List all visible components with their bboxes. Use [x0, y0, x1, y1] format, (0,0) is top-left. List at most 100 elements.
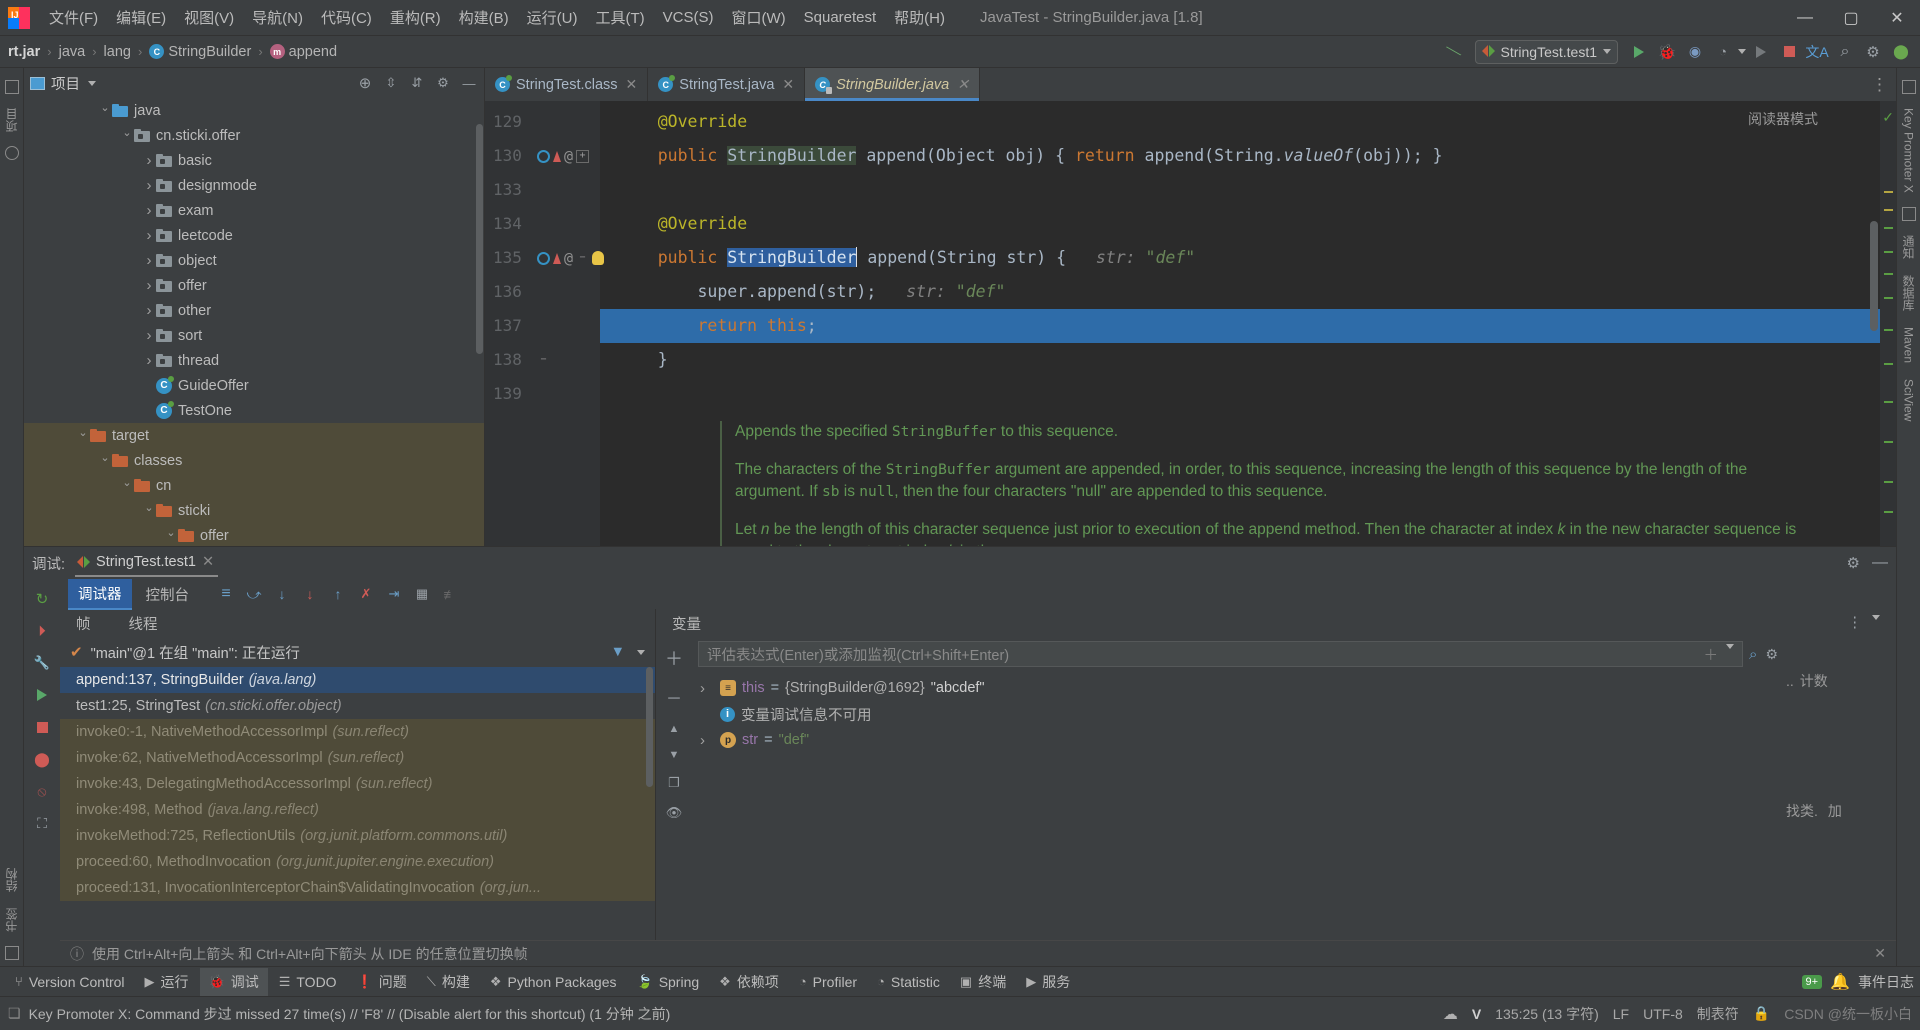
- translate-icon[interactable]: 文A: [1804, 39, 1830, 65]
- toolwindow-version-control[interactable]: ⑂ Version Control: [6, 970, 134, 994]
- lock-icon[interactable]: 🔒: [1753, 1005, 1770, 1022]
- encoding[interactable]: UTF-8: [1643, 1006, 1683, 1022]
- override-method-icon[interactable]: [537, 149, 550, 163]
- add-watch-icon[interactable]: ＋: [1704, 644, 1719, 665]
- maximize-button[interactable]: ▢: [1828, 0, 1874, 36]
- code-line-136[interactable]: super.append(str); str: "def": [600, 275, 1896, 309]
- stop-icon[interactable]: [1776, 39, 1802, 65]
- rail-maven[interactable]: Maven: [1899, 319, 1919, 371]
- toolwindow-statistic[interactable]: ◔ Statistic: [868, 970, 949, 994]
- close-icon[interactable]: ✕: [782, 76, 794, 93]
- minus-icon[interactable]: －: [666, 685, 682, 709]
- gutter-marks[interactable]: −: [537, 343, 550, 377]
- code-line-139[interactable]: [600, 377, 1896, 411]
- chevron-right-icon[interactable]: [142, 177, 156, 194]
- stop-icon[interactable]: [32, 717, 52, 737]
- editor-body[interactable]: 129 130 @ +133 134 135 @ −136 137 138−139 @Overri…: [485, 101, 1896, 546]
- code-line-133[interactable]: [600, 173, 1896, 207]
- tab-stringbuilder-java[interactable]: C StringBuilder.java ✕: [805, 68, 980, 101]
- close-icon[interactable]: ✕: [957, 76, 969, 93]
- menu-navigate[interactable]: 导航(N): [243, 3, 312, 32]
- caret-position[interactable]: 135:25 (13 字符): [1495, 1004, 1599, 1024]
- menu-squaretest[interactable]: Squaretest: [795, 5, 886, 30]
- copy-icon[interactable]: ❐: [668, 775, 680, 791]
- chevron-right-icon[interactable]: [142, 352, 156, 369]
- chevron-right-icon[interactable]: [142, 277, 156, 294]
- close-button[interactable]: ✕: [1874, 0, 1920, 36]
- target-icon[interactable]: ⊕: [356, 74, 374, 92]
- debug-icon[interactable]: 🐞: [1654, 39, 1680, 65]
- tree-item-thread[interactable]: thread: [24, 348, 484, 373]
- frame-row[interactable]: invoke0:-1, NativeMethodAccessorImpl (sun…: [60, 719, 655, 745]
- menu-build[interactable]: 构建(B): [450, 3, 518, 32]
- frame-row[interactable]: invokeMethod:725, ReflectionUtils (org.ju…: [60, 823, 655, 849]
- error-stripe[interactable]: ✓: [1880, 101, 1896, 546]
- breadcrumb-java[interactable]: java: [57, 44, 88, 60]
- gutter-line-135[interactable]: 135 @ −: [485, 241, 605, 275]
- breadcrumb-lang[interactable]: lang: [102, 44, 133, 60]
- tree-item-object[interactable]: object: [24, 248, 484, 273]
- profiler-icon[interactable]: ◔: [1710, 39, 1736, 65]
- toolwindow-spring[interactable]: 🍃 Spring: [628, 970, 709, 994]
- rail-structure[interactable]: 结构: [0, 860, 23, 900]
- debug-session-tab[interactable]: StringTest.test1 ✕: [75, 549, 219, 577]
- chevron-down-icon[interactable]: [88, 80, 96, 86]
- tree-item-GuideOffer[interactable]: C GuideOffer: [24, 373, 484, 398]
- tree-item-cn-sticki-offer[interactable]: cn.sticki.offer: [24, 123, 484, 148]
- profiler-chevron-down-icon[interactable]: [1738, 49, 1746, 54]
- run-to-cursor-icon[interactable]: ⇥: [385, 585, 403, 603]
- menu-code[interactable]: 代码(C): [312, 3, 381, 32]
- rerun-icon[interactable]: [1748, 39, 1774, 65]
- rerun-icon[interactable]: ↻: [32, 589, 52, 609]
- toolwindow-服务[interactable]: ▶ 服务: [1017, 968, 1079, 996]
- code-line-137[interactable]: return this;: [600, 309, 1896, 343]
- toolwindow-依赖项[interactable]: ❖ 依赖项: [710, 968, 788, 996]
- tree-item-classes[interactable]: classes: [24, 448, 484, 473]
- settings-wrench-icon[interactable]: 🔧: [32, 653, 52, 673]
- chevron-down-icon[interactable]: [120, 129, 134, 142]
- variable-row[interactable]: i 变量调试信息不可用: [692, 701, 1786, 727]
- chevron-down-icon[interactable]: [1726, 643, 1735, 649]
- annotation-icon[interactable]: @: [564, 139, 573, 173]
- search-icon[interactable]: ⌕: [1832, 39, 1858, 65]
- tree-item-offer[interactable]: offer: [24, 523, 484, 546]
- search-icon[interactable]: ⌕: [1749, 646, 1757, 663]
- toolwindow-python-packages[interactable]: ❖ Python Packages: [481, 970, 626, 994]
- step-out-icon[interactable]: ↑: [329, 585, 347, 603]
- code-line-129[interactable]: @Override: [600, 105, 1896, 139]
- implemented-up-arrow-icon[interactable]: [553, 150, 561, 162]
- view-breakpoints-icon[interactable]: ⬤: [32, 749, 52, 769]
- chevron-down-icon[interactable]: [637, 649, 645, 655]
- gutter-marks[interactable]: @ −: [537, 241, 605, 275]
- gutter-line-136[interactable]: 136: [485, 275, 600, 309]
- eye-icon[interactable]: 👁: [666, 805, 683, 821]
- gear-icon[interactable]: ⚙: [434, 74, 452, 92]
- line-separator[interactable]: LF: [1613, 1006, 1629, 1022]
- more-vertical-icon[interactable]: ⋮: [1871, 75, 1888, 95]
- evaluate-expression-icon[interactable]: ▦: [413, 585, 431, 603]
- expand-all-icon[interactable]: ⇳: [382, 74, 400, 92]
- chevron-down-icon[interactable]: [120, 479, 134, 492]
- mute-breakpoints-icon[interactable]: ⦸: [32, 781, 52, 801]
- tree-item-other[interactable]: other: [24, 298, 484, 323]
- fold-end-icon[interactable]: −: [537, 354, 550, 367]
- tab-console[interactable]: 控制台: [136, 580, 200, 609]
- chevron-down-icon[interactable]: [76, 429, 90, 442]
- layout-settings-icon[interactable]: ≡: [217, 585, 235, 603]
- event-log-label[interactable]: 事件日志: [1858, 972, 1914, 992]
- rail-key-promoter-icon[interactable]: [1901, 80, 1916, 94]
- chevron-down-icon[interactable]: [142, 504, 156, 517]
- arrow-up-icon[interactable]: ▲: [669, 723, 680, 735]
- chevron-down-icon[interactable]: [98, 104, 112, 117]
- menu-tools[interactable]: 工具(T): [586, 3, 653, 32]
- rail-notifications-icon[interactable]: [1901, 206, 1916, 221]
- tab-stringtest-class[interactable]: C StringTest.class ✕: [485, 68, 649, 101]
- menu-vcs[interactable]: VCS(S): [654, 5, 723, 30]
- gutter-line-139[interactable]: 139: [485, 377, 600, 411]
- toolwindow-构建[interactable]: ⟍ 构建: [418, 968, 479, 996]
- gutter-line-134[interactable]: 134: [485, 207, 600, 241]
- toolwindow-todo[interactable]: ☰ TODO: [270, 970, 346, 994]
- editor-gutter[interactable]: 129 130 @ +133 134 135 @ −136 137 138−139: [485, 101, 605, 546]
- chevron-down-icon[interactable]: [98, 454, 112, 467]
- code-line-130[interactable]: public StringBuilder append(Object obj) …: [600, 139, 1896, 173]
